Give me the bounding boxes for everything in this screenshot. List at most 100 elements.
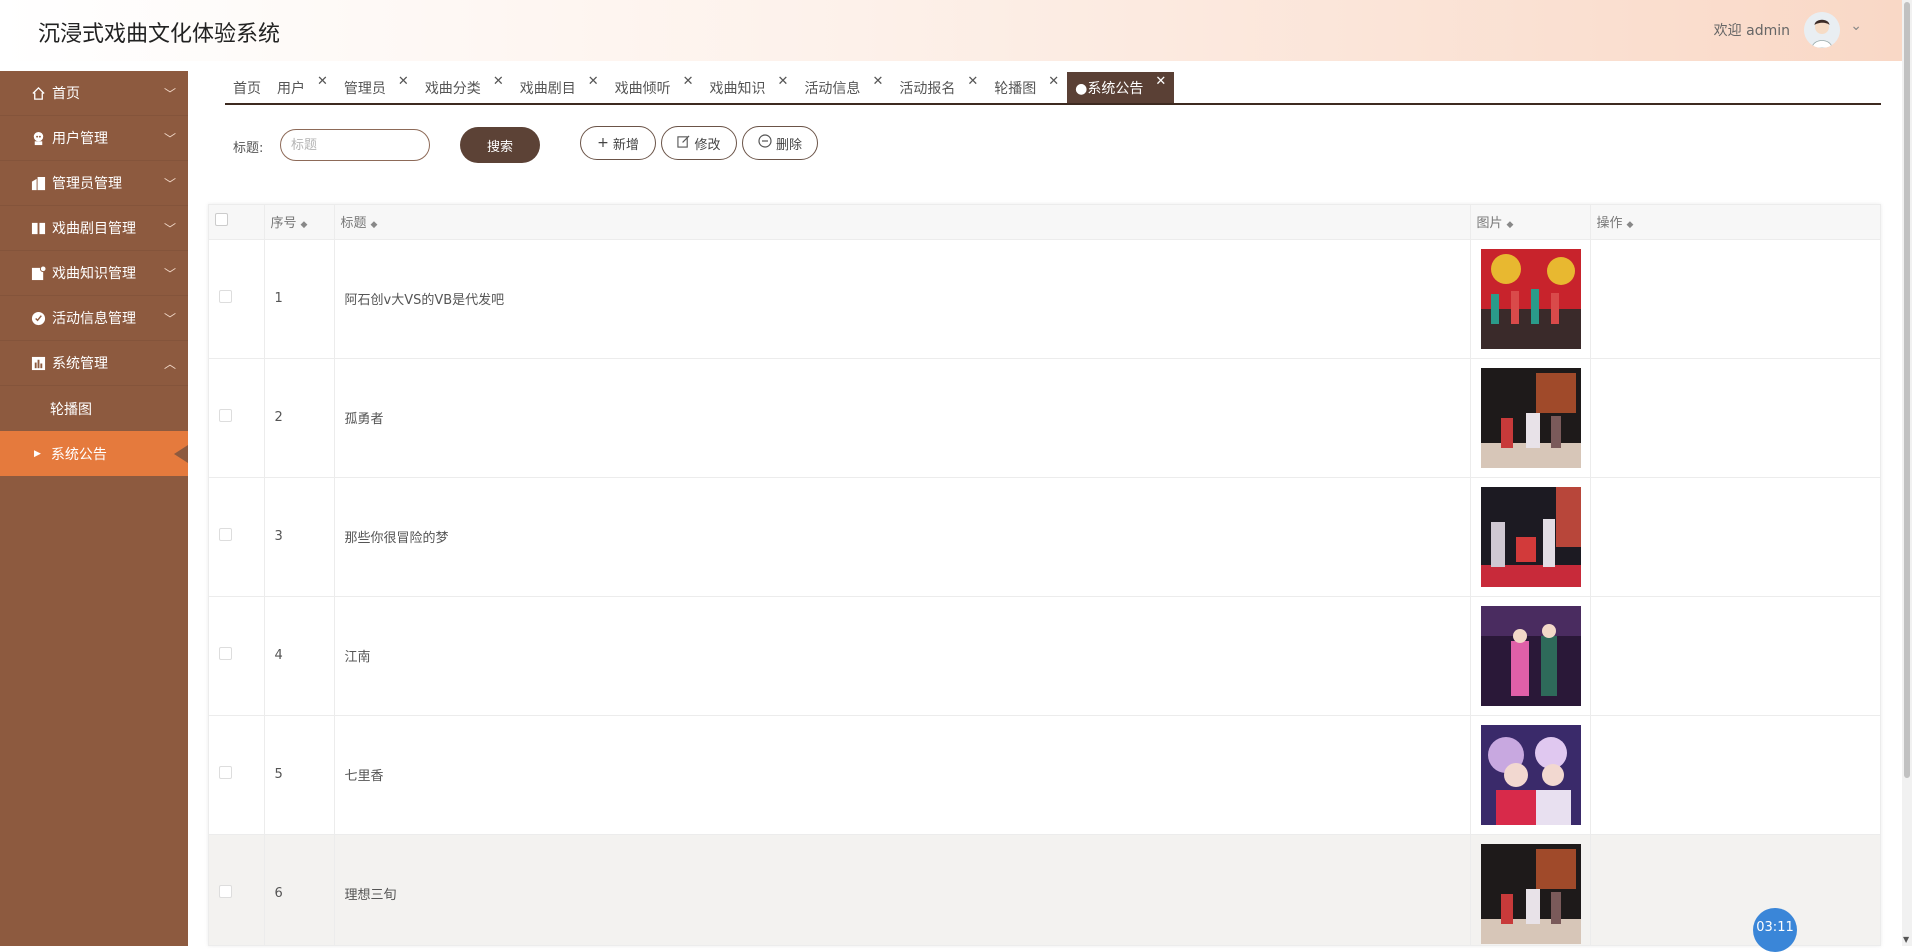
avatar[interactable]: [1804, 12, 1840, 48]
row-image-cell: [1470, 715, 1591, 835]
row-index: 6: [264, 834, 335, 945]
tab-label: 用户: [277, 80, 305, 97]
sidebar-item-label: 戏曲知识管理: [52, 266, 136, 282]
tab-opera-listen[interactable]: 戏曲倾听 ✕: [607, 72, 702, 103]
sidebar: 首页 ﹀ 用户管理 ﹀ 管理员管理 ﹀ 戏曲剧目管理 ﹀ 戏曲知识管理 ﹀ 活动…: [0, 71, 188, 946]
sort-icon[interactable]: ◆: [371, 220, 378, 230]
search-label: 标题:: [233, 141, 264, 156]
check-icon: [30, 310, 46, 326]
sidebar-subitem-carousel[interactable]: 轮播图: [0, 386, 188, 431]
row-checkbox[interactable]: [219, 766, 232, 779]
header-index[interactable]: 序号 ◆: [264, 205, 335, 240]
chevron-up-icon: ︿: [163, 357, 176, 371]
opera-photo[interactable]: [1480, 724, 1581, 825]
opera-photo[interactable]: [1480, 843, 1581, 944]
caret-right-icon: ▶: [34, 448, 41, 459]
admin-icon: [30, 175, 46, 191]
row-title: 那些你很冒险的梦: [334, 477, 1471, 597]
tab-users[interactable]: 用户 ✕: [269, 72, 336, 103]
close-icon[interactable]: ✕: [683, 74, 694, 89]
table-row[interactable]: 3 那些你很冒险的梦: [209, 477, 1880, 597]
close-icon[interactable]: ✕: [493, 74, 504, 89]
sidebar-item-home[interactable]: 首页 ﹀: [0, 71, 188, 116]
table-row[interactable]: 6 理想三旬: [209, 834, 1880, 945]
sort-icon[interactable]: ◆: [1627, 220, 1634, 230]
row-ops: [1590, 596, 1880, 716]
timer-badge[interactable]: 03:11: [1753, 908, 1797, 952]
sidebar-item-label: 活动信息管理: [52, 311, 136, 327]
header-title[interactable]: 标题 ◆: [334, 205, 1471, 240]
row-checkbox[interactable]: [219, 528, 232, 541]
scrollbar-thumb[interactable]: [1904, 2, 1910, 778]
sidebar-item-users[interactable]: 用户管理 ﹀: [0, 116, 188, 161]
tab-label: 轮播图: [994, 80, 1037, 97]
scrollbar[interactable]: ▼: [1902, 0, 1912, 946]
row-checkbox[interactable]: [219, 290, 232, 303]
row-checkbox[interactable]: [219, 647, 232, 660]
close-icon[interactable]: ✕: [872, 74, 883, 89]
sidebar-item-admins[interactable]: 管理员管理 ﹀: [0, 161, 188, 206]
app-title: 沉浸式戏曲文化体验系统: [38, 22, 281, 47]
row-checkbox[interactable]: [219, 409, 232, 422]
scroll-down-icon[interactable]: ▼: [1903, 935, 1909, 944]
close-icon[interactable]: ✕: [778, 74, 789, 89]
tab-announcement[interactable]: ●系统公告 ✕: [1067, 72, 1175, 103]
tab-opera-repertoire[interactable]: 戏曲剧目 ✕: [512, 72, 607, 103]
header-image[interactable]: 图片 ◆: [1470, 205, 1591, 240]
close-icon[interactable]: ✕: [317, 74, 328, 89]
row-ops: [1590, 715, 1880, 835]
header-ops[interactable]: 操作 ◆: [1590, 205, 1880, 240]
tab-opera-knowledge[interactable]: 戏曲知识 ✕: [702, 72, 797, 103]
tab-activity-info[interactable]: 活动信息 ✕: [796, 72, 891, 103]
close-icon[interactable]: ✕: [967, 74, 978, 89]
close-icon[interactable]: ✕: [1048, 74, 1059, 89]
active-indicator: [174, 445, 188, 463]
sidebar-item-opera-repertoire[interactable]: 戏曲剧目管理 ﹀: [0, 206, 188, 251]
tab-carousel[interactable]: 轮播图 ✕: [986, 72, 1067, 103]
delete-label: 删除: [775, 137, 802, 153]
delete-button[interactable]: 删除: [742, 126, 818, 160]
row-title: 七里香: [334, 715, 1471, 835]
row-index: 3: [264, 477, 335, 597]
close-icon[interactable]: ✕: [1155, 74, 1166, 89]
table-row[interactable]: 1 阿石创v大VS的VB是代发吧: [209, 239, 1880, 359]
close-icon[interactable]: ✕: [398, 74, 409, 89]
add-button[interactable]: + 新增: [580, 126, 656, 160]
header-select-all[interactable]: [209, 205, 265, 240]
data-table: 序号 ◆ 标题 ◆ 图片 ◆ 操作 ◆ 1 阿石创v大VS的VB是代发吧 2 孤…: [208, 204, 1881, 946]
search-input[interactable]: [280, 129, 430, 161]
checkbox[interactable]: [215, 213, 228, 227]
tab-activity-signup[interactable]: 活动报名 ✕: [891, 72, 986, 103]
opera-photo[interactable]: [1480, 248, 1581, 349]
chevron-down-icon[interactable]: ⌄: [1850, 18, 1862, 34]
chevron-down-icon: ﹀: [163, 222, 176, 236]
sidebar-item-label: 戏曲剧目管理: [52, 221, 136, 237]
tab-admins[interactable]: 管理员 ✕: [336, 72, 417, 103]
tab-opera-category[interactable]: 戏曲分类 ✕: [417, 72, 512, 103]
tab-label: 首页: [233, 80, 261, 97]
sidebar-item-opera-knowledge[interactable]: 戏曲知识管理 ﹀: [0, 251, 188, 296]
edit-button[interactable]: 修改: [661, 126, 737, 160]
row-image-cell: [1470, 239, 1591, 359]
opera-photo[interactable]: [1480, 486, 1581, 587]
sidebar-item-activities[interactable]: 活动信息管理 ﹀: [0, 296, 188, 341]
table-row[interactable]: 5 七里香: [209, 715, 1880, 835]
row-image-cell: [1470, 477, 1591, 597]
sort-icon[interactable]: ◆: [301, 220, 308, 230]
row-title: 江南: [334, 596, 1471, 716]
table-row[interactable]: 4 江南: [209, 596, 1880, 716]
sort-icon[interactable]: ◆: [1507, 220, 1514, 230]
chevron-down-icon: ﹀: [163, 312, 176, 326]
search-button[interactable]: 搜索: [460, 127, 540, 163]
chart-icon: [30, 355, 46, 371]
row-checkbox[interactable]: [219, 885, 232, 898]
sidebar-subitem-announcement[interactable]: ▶ 系统公告: [0, 431, 188, 476]
tab-label: ●系统公告: [1075, 80, 1144, 97]
close-icon[interactable]: ✕: [588, 74, 599, 89]
table-row[interactable]: 2 孤勇者: [209, 358, 1880, 478]
tab-home[interactable]: 首页: [225, 72, 269, 103]
sidebar-item-system[interactable]: 系统管理 ︿: [0, 341, 188, 386]
doc-icon: [30, 265, 46, 281]
opera-photo[interactable]: [1480, 605, 1581, 706]
opera-photo[interactable]: [1480, 367, 1581, 468]
